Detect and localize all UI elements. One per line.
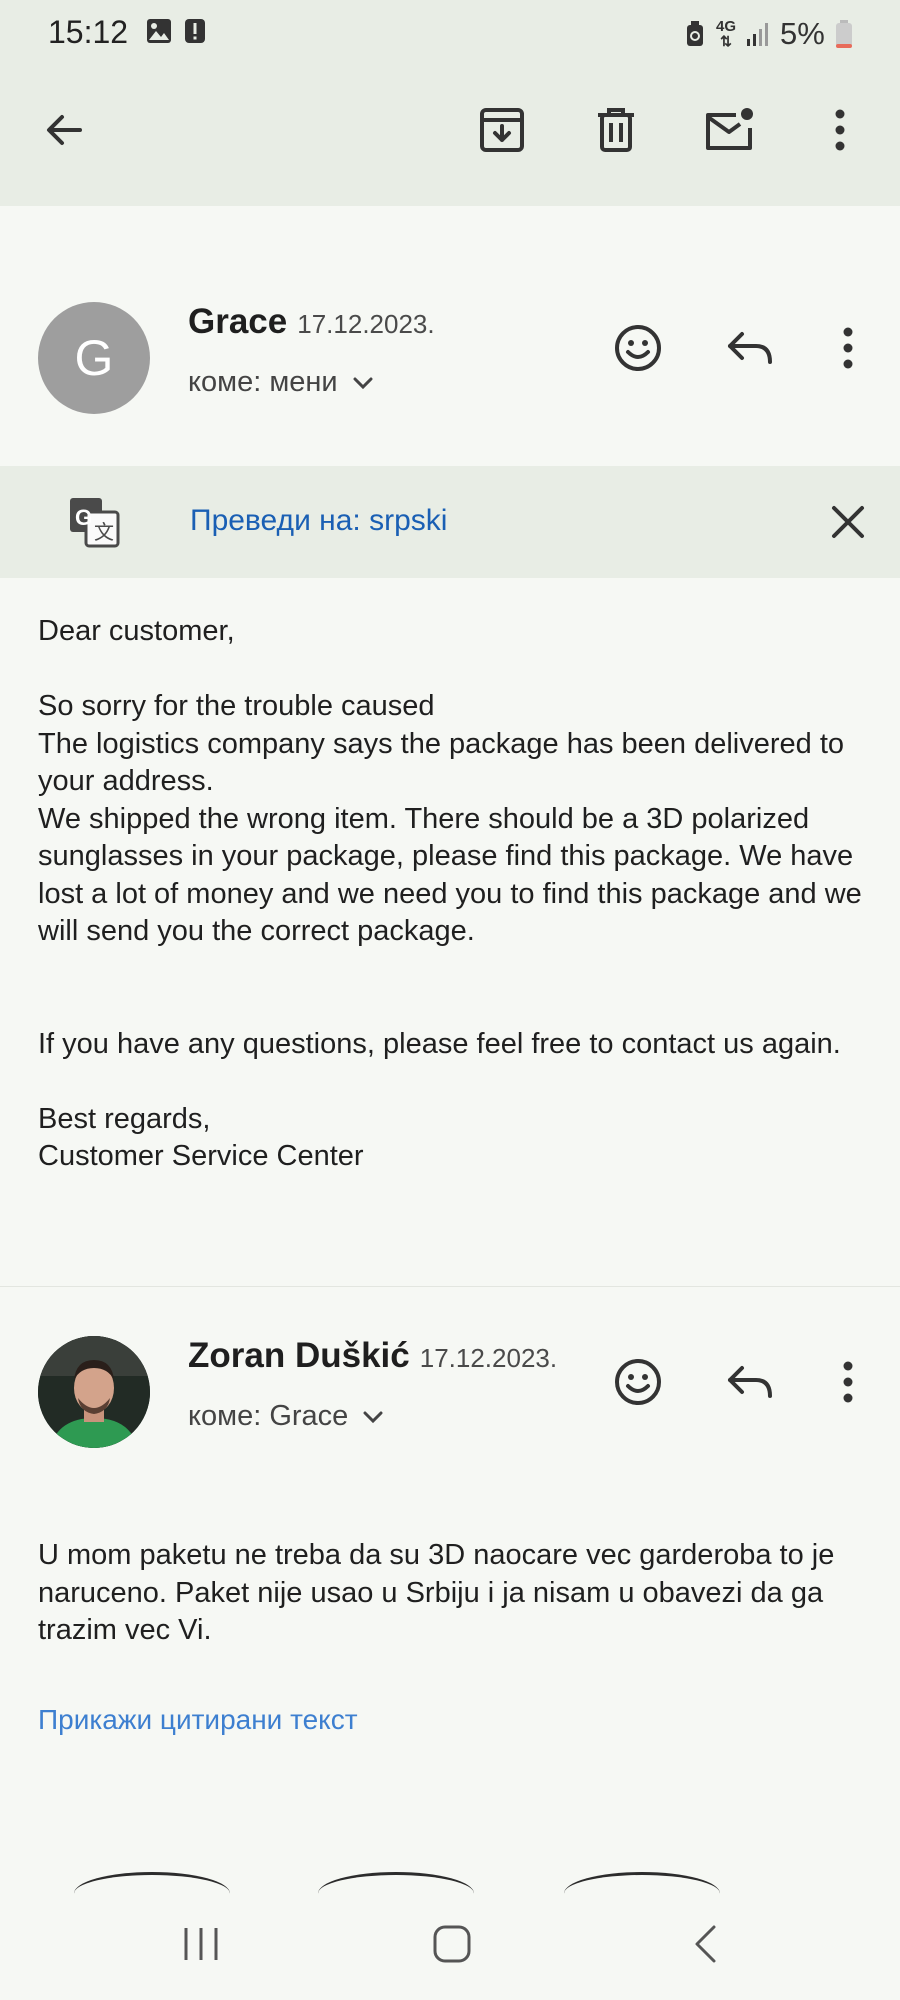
react-emoji-button[interactable] bbox=[606, 1350, 670, 1414]
reply-button[interactable] bbox=[718, 316, 782, 380]
recipient-toggle[interactable]: коме: мени bbox=[188, 366, 374, 399]
show-quoted-text-link[interactable]: Прикажи цитирани текст bbox=[38, 1704, 358, 1736]
gallery-icon bbox=[147, 19, 171, 43]
reply-icon bbox=[728, 1366, 772, 1398]
sender-line: Grace 17.12.2023. bbox=[188, 302, 435, 342]
message-date: 17.12.2023. bbox=[297, 309, 435, 339]
emoji-icon bbox=[615, 325, 661, 371]
reply-icon bbox=[728, 332, 772, 364]
message-more-button[interactable] bbox=[816, 316, 880, 380]
message-more-button[interactable] bbox=[816, 1350, 880, 1414]
chevron-down-icon bbox=[353, 377, 373, 389]
mark-unread-button[interactable] bbox=[698, 98, 762, 162]
more-vert-icon bbox=[835, 109, 845, 151]
back-arrow-icon bbox=[47, 115, 82, 145]
alert-icon bbox=[185, 19, 205, 43]
delete-icon bbox=[598, 108, 634, 152]
more-options-button[interactable] bbox=[808, 98, 872, 162]
recipient-toggle[interactable]: коме: Grace bbox=[188, 1400, 384, 1433]
svg-text:G: G bbox=[75, 505, 92, 530]
more-vert-icon bbox=[843, 327, 853, 369]
archive-button[interactable] bbox=[470, 98, 534, 162]
more-vert-icon bbox=[843, 1361, 853, 1403]
network-type: 4G ⇅ bbox=[716, 18, 737, 49]
signal-icon bbox=[747, 23, 769, 46]
recipient-label: коме: Grace bbox=[188, 1400, 349, 1432]
network-label: 4G bbox=[716, 18, 737, 35]
nav-back-button[interactable] bbox=[692, 1924, 718, 1969]
sender-line: Zoran Duškić 17.12.2023. bbox=[188, 1336, 557, 1376]
translate-link[interactable]: Преведи на: srpski bbox=[190, 504, 447, 538]
reply-button[interactable] bbox=[718, 1350, 782, 1414]
battery-level: 5% bbox=[780, 16, 825, 51]
chevron-down-icon bbox=[363, 1411, 383, 1423]
avatar-letter: G bbox=[74, 330, 114, 386]
message-date: 17.12.2023. bbox=[419, 1343, 558, 1373]
recent-apps-button[interactable] bbox=[182, 1926, 220, 1967]
status-system-icons: 4G ⇅ 5% bbox=[684, 16, 853, 52]
status-time: 15:12 bbox=[48, 14, 129, 50]
translate-icon: G文 bbox=[68, 496, 120, 553]
sender-avatar[interactable]: G bbox=[38, 302, 150, 414]
delete-button[interactable] bbox=[584, 98, 648, 162]
top-app-bar bbox=[0, 62, 900, 206]
sender-name: Zoran Duškić bbox=[188, 1336, 410, 1375]
mark-unread-icon bbox=[706, 108, 753, 150]
svg-text:文: 文 bbox=[94, 521, 114, 544]
recipient-label: коме: мени bbox=[188, 366, 338, 398]
message-body: U mom paketu ne treba da su 3D naocare v… bbox=[38, 1539, 835, 1646]
sender-avatar-photo[interactable] bbox=[38, 1336, 150, 1448]
battery-icon bbox=[835, 20, 852, 48]
close-translate-button[interactable] bbox=[816, 490, 880, 554]
home-button[interactable] bbox=[432, 1924, 472, 1969]
status-notification-icons bbox=[146, 18, 206, 44]
message-body: Dear customer, So sorry for the trouble … bbox=[38, 615, 862, 1172]
react-emoji-button[interactable] bbox=[606, 316, 670, 380]
recent-apps-icon bbox=[184, 1928, 218, 1960]
archive-icon bbox=[480, 108, 524, 152]
message-divider bbox=[0, 1286, 900, 1287]
back-button[interactable] bbox=[32, 98, 96, 162]
home-icon bbox=[433, 1925, 471, 1963]
translate-bar bbox=[0, 466, 900, 578]
close-icon bbox=[832, 506, 864, 538]
nav-back-icon bbox=[695, 1925, 716, 1963]
emoji-icon bbox=[615, 1359, 661, 1405]
recycle-icon bbox=[687, 21, 703, 46]
sender-name: Grace bbox=[188, 302, 288, 341]
